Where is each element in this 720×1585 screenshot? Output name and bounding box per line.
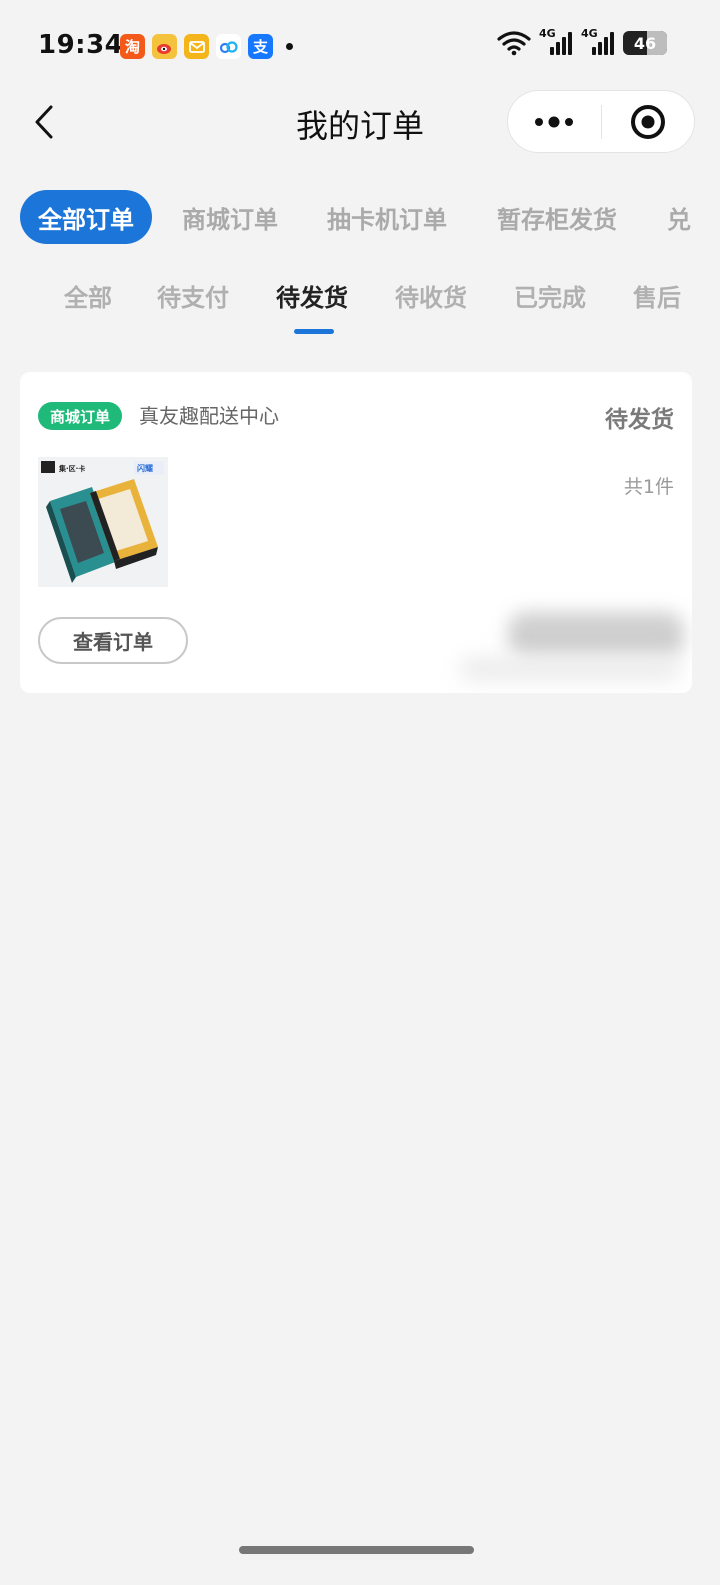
mini-program-capsule	[507, 90, 695, 153]
battery-icon: 46	[623, 31, 667, 55]
shop-name: 真友趣配送中心	[139, 404, 279, 428]
product-image[interactable]: 集·区·卡 闪耀	[38, 457, 168, 587]
tab-gacha-orders[interactable]: 抽卡机订单	[327, 190, 447, 244]
more-dots-icon	[535, 116, 574, 127]
more-notifications-dot	[286, 43, 293, 50]
network-type-2: 4G	[581, 27, 598, 40]
tab-status-all[interactable]: 全部	[64, 278, 112, 313]
order-list-page: 19:34 淘 支 4G 4G 46 我的订单 全部订单 商城订单 抽卡机订单 …	[0, 0, 720, 1585]
tab-redeem[interactable]: 兑	[667, 190, 691, 244]
product-brand: 集·区·卡	[58, 464, 85, 473]
order-status: 待发货	[605, 407, 674, 433]
wifi-icon	[497, 31, 531, 56]
order-status-tabs: 全部 待支付 待发货 待收货 已完成 售后	[0, 272, 720, 342]
active-tab-indicator	[294, 329, 334, 334]
home-indicator[interactable]	[239, 1546, 474, 1554]
weibo-icon	[152, 34, 177, 59]
network-type-1: 4G	[539, 27, 556, 40]
alipay-icon: 支	[248, 34, 273, 59]
tab-mall-orders[interactable]: 商城订单	[182, 190, 278, 244]
product-box-illustration: 集·区·卡 闪耀	[38, 457, 168, 587]
cloud-icon	[216, 34, 241, 59]
battery-level: 46	[633, 33, 657, 53]
tab-status-completed[interactable]: 已完成	[514, 278, 586, 313]
taobao-icon: 淘	[120, 34, 145, 59]
mail-icon	[184, 34, 209, 59]
tab-status-pending-receipt[interactable]: 待收货	[395, 278, 467, 313]
tab-status-after-sales[interactable]: 售后	[633, 278, 681, 313]
view-order-button[interactable]: 查看订单	[38, 617, 188, 664]
status-indicators: 4G 4G 46	[497, 27, 667, 56]
cell-signal-1-icon: 4G	[539, 27, 573, 55]
cell-signal-2-icon: 4G	[581, 27, 615, 55]
tab-status-pending-payment[interactable]: 待支付	[157, 278, 229, 313]
more-button[interactable]	[508, 91, 601, 152]
price-redacted-shadow	[460, 657, 680, 681]
tab-status-pending-shipment[interactable]: 待发货	[276, 278, 348, 313]
tab-locker-shipping[interactable]: 暂存柜发货	[497, 190, 617, 244]
tab-all-orders[interactable]: 全部订单	[20, 190, 152, 244]
status-time: 19:34	[38, 30, 124, 60]
order-type-tabs: 全部订单 商城订单 抽卡机订单 暂存柜发货 兑	[0, 190, 720, 246]
item-count: 共1件	[623, 476, 674, 498]
status-bar: 19:34 淘 支 4G 4G 46	[0, 0, 720, 90]
target-close-icon	[630, 104, 665, 139]
price-redacted	[508, 612, 684, 658]
close-mini-program-button[interactable]	[602, 91, 695, 152]
order-card[interactable]: 商城订单 真友趣配送中心 待发货 集·区·卡 闪耀 共1件 查看订单	[20, 372, 692, 693]
notification-icons: 淘 支	[120, 34, 293, 59]
product-logo: 闪耀	[137, 463, 153, 473]
order-type-badge: 商城订单	[38, 402, 123, 430]
